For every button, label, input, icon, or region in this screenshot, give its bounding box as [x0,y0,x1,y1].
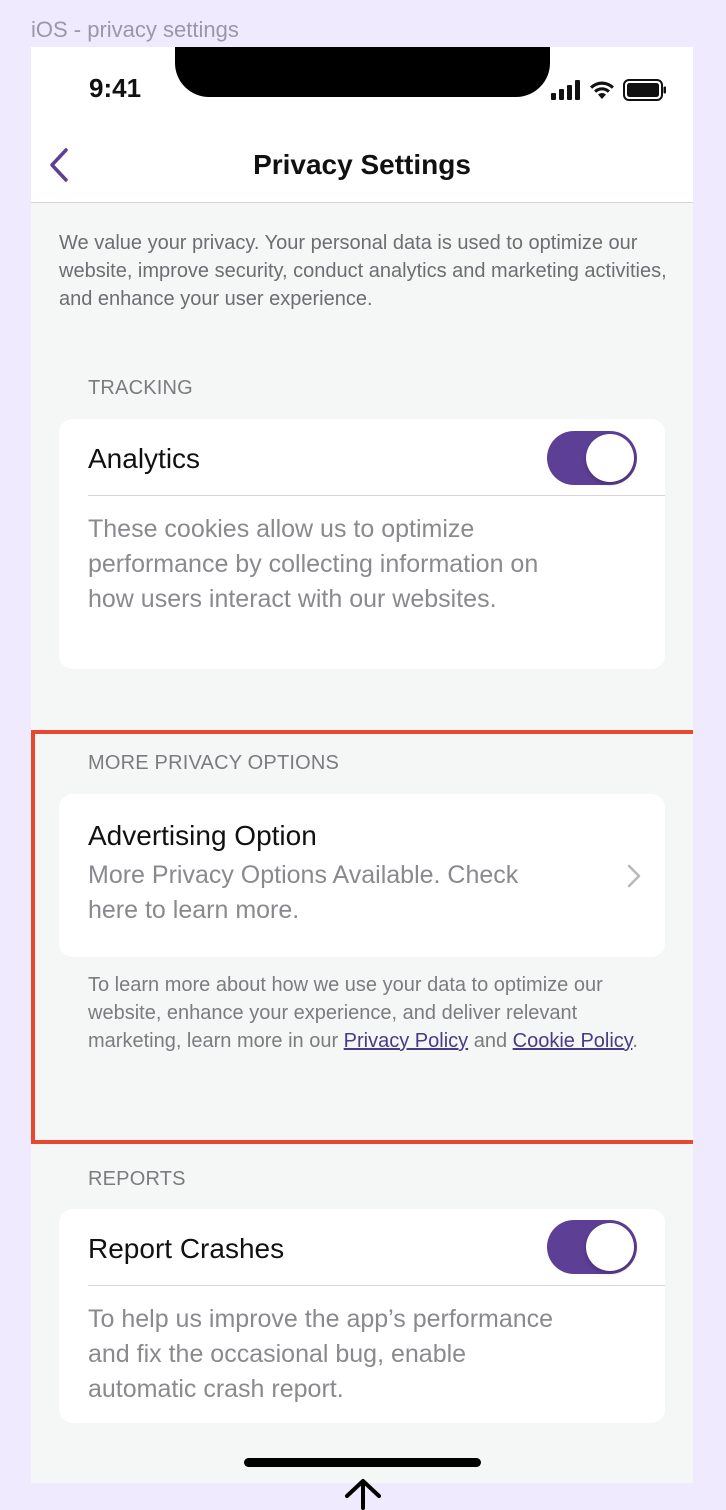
report-crashes-toggle[interactable] [547,1220,637,1274]
status-bar: 9:41 [31,47,693,129]
battery-icon [623,79,666,101]
report-crashes-title: Report Crashes [88,1233,285,1264]
phone-screen: 9:41 Privacy Settings We value your priv… [31,47,693,1483]
analytics-description: These cookies allow us to optimize perfo… [88,515,539,613]
frame-caption: iOS - privacy settings [31,17,239,42]
arrow-up-icon [345,1479,381,1510]
cellular-signal-icon [551,80,580,100]
row-divider [88,1285,665,1286]
toggle-knob [586,1223,634,1271]
page-title: Privacy Settings [253,149,471,180]
section-header-tracking: TRACKING [88,377,193,399]
toggle-knob [586,434,634,482]
status-time: 9:41 [89,73,142,103]
analytics-card: Analytics These cookies allow us to opti… [59,419,665,669]
wifi-icon [590,81,614,99]
row-divider [88,495,665,496]
report-crashes-description: To help us improve the app’s performance… [88,1305,554,1403]
analytics-toggle[interactable] [547,431,637,485]
status-icons [551,79,667,101]
intro-text: We value your privacy. Your personal dat… [59,232,667,310]
navigation-bar: Privacy Settings [31,129,693,203]
home-indicator[interactable] [244,1458,481,1467]
report-crashes-card: Report Crashes To help us improve the ap… [59,1209,665,1423]
device-notch [175,47,550,97]
highlight-box [31,730,693,1144]
section-header-reports: REPORTS [88,1168,186,1190]
analytics-title: Analytics [88,443,201,474]
